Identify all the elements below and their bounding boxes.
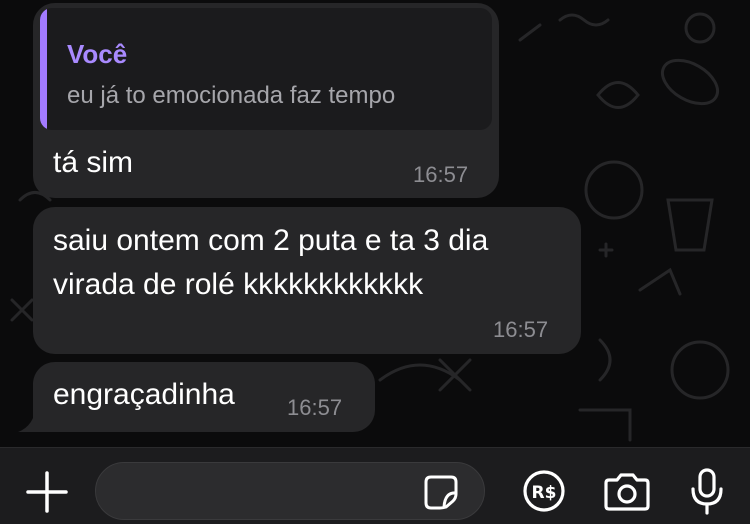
message-bubble[interactable]: engraçadinha 16:57 <box>33 362 375 432</box>
sticker-icon[interactable] <box>423 474 459 510</box>
message-timestamp: 16:57 <box>413 162 469 187</box>
message-text: engraçadinha <box>53 378 235 411</box>
message-text: tá sim <box>53 146 134 179</box>
reply-quote-accent-bar <box>40 8 47 130</box>
message-timestamp: 16:57 <box>287 395 343 420</box>
reply-quote-text: eu já to emocionada faz tempo <box>67 82 396 109</box>
reply-quote-author: Você <box>67 39 128 69</box>
plus-icon[interactable] <box>26 471 68 513</box>
svg-text:R$: R$ <box>532 483 557 503</box>
pix-payment-icon[interactable]: R$ <box>522 469 566 513</box>
reply-quote[interactable]: Você eu já to emocionada faz tempo <box>40 8 492 130</box>
message-bubble[interactable]: Você eu já to emocionada faz tempo tá si… <box>33 3 499 198</box>
message-input[interactable] <box>95 462 485 520</box>
message-timestamp: 16:57 <box>493 317 549 342</box>
message-bubble[interactable]: saiu ontem com 2 puta e ta 3 dia virada … <box>33 207 581 354</box>
microphone-icon[interactable] <box>687 467 727 517</box>
composer-bar: R$ <box>0 447 750 524</box>
message-text-line: saiu ontem com 2 puta e ta 3 dia <box>53 224 489 257</box>
camera-icon[interactable] <box>602 472 652 512</box>
message-text-line: virada de rolé kkkkkkkkkkkk <box>53 268 424 301</box>
